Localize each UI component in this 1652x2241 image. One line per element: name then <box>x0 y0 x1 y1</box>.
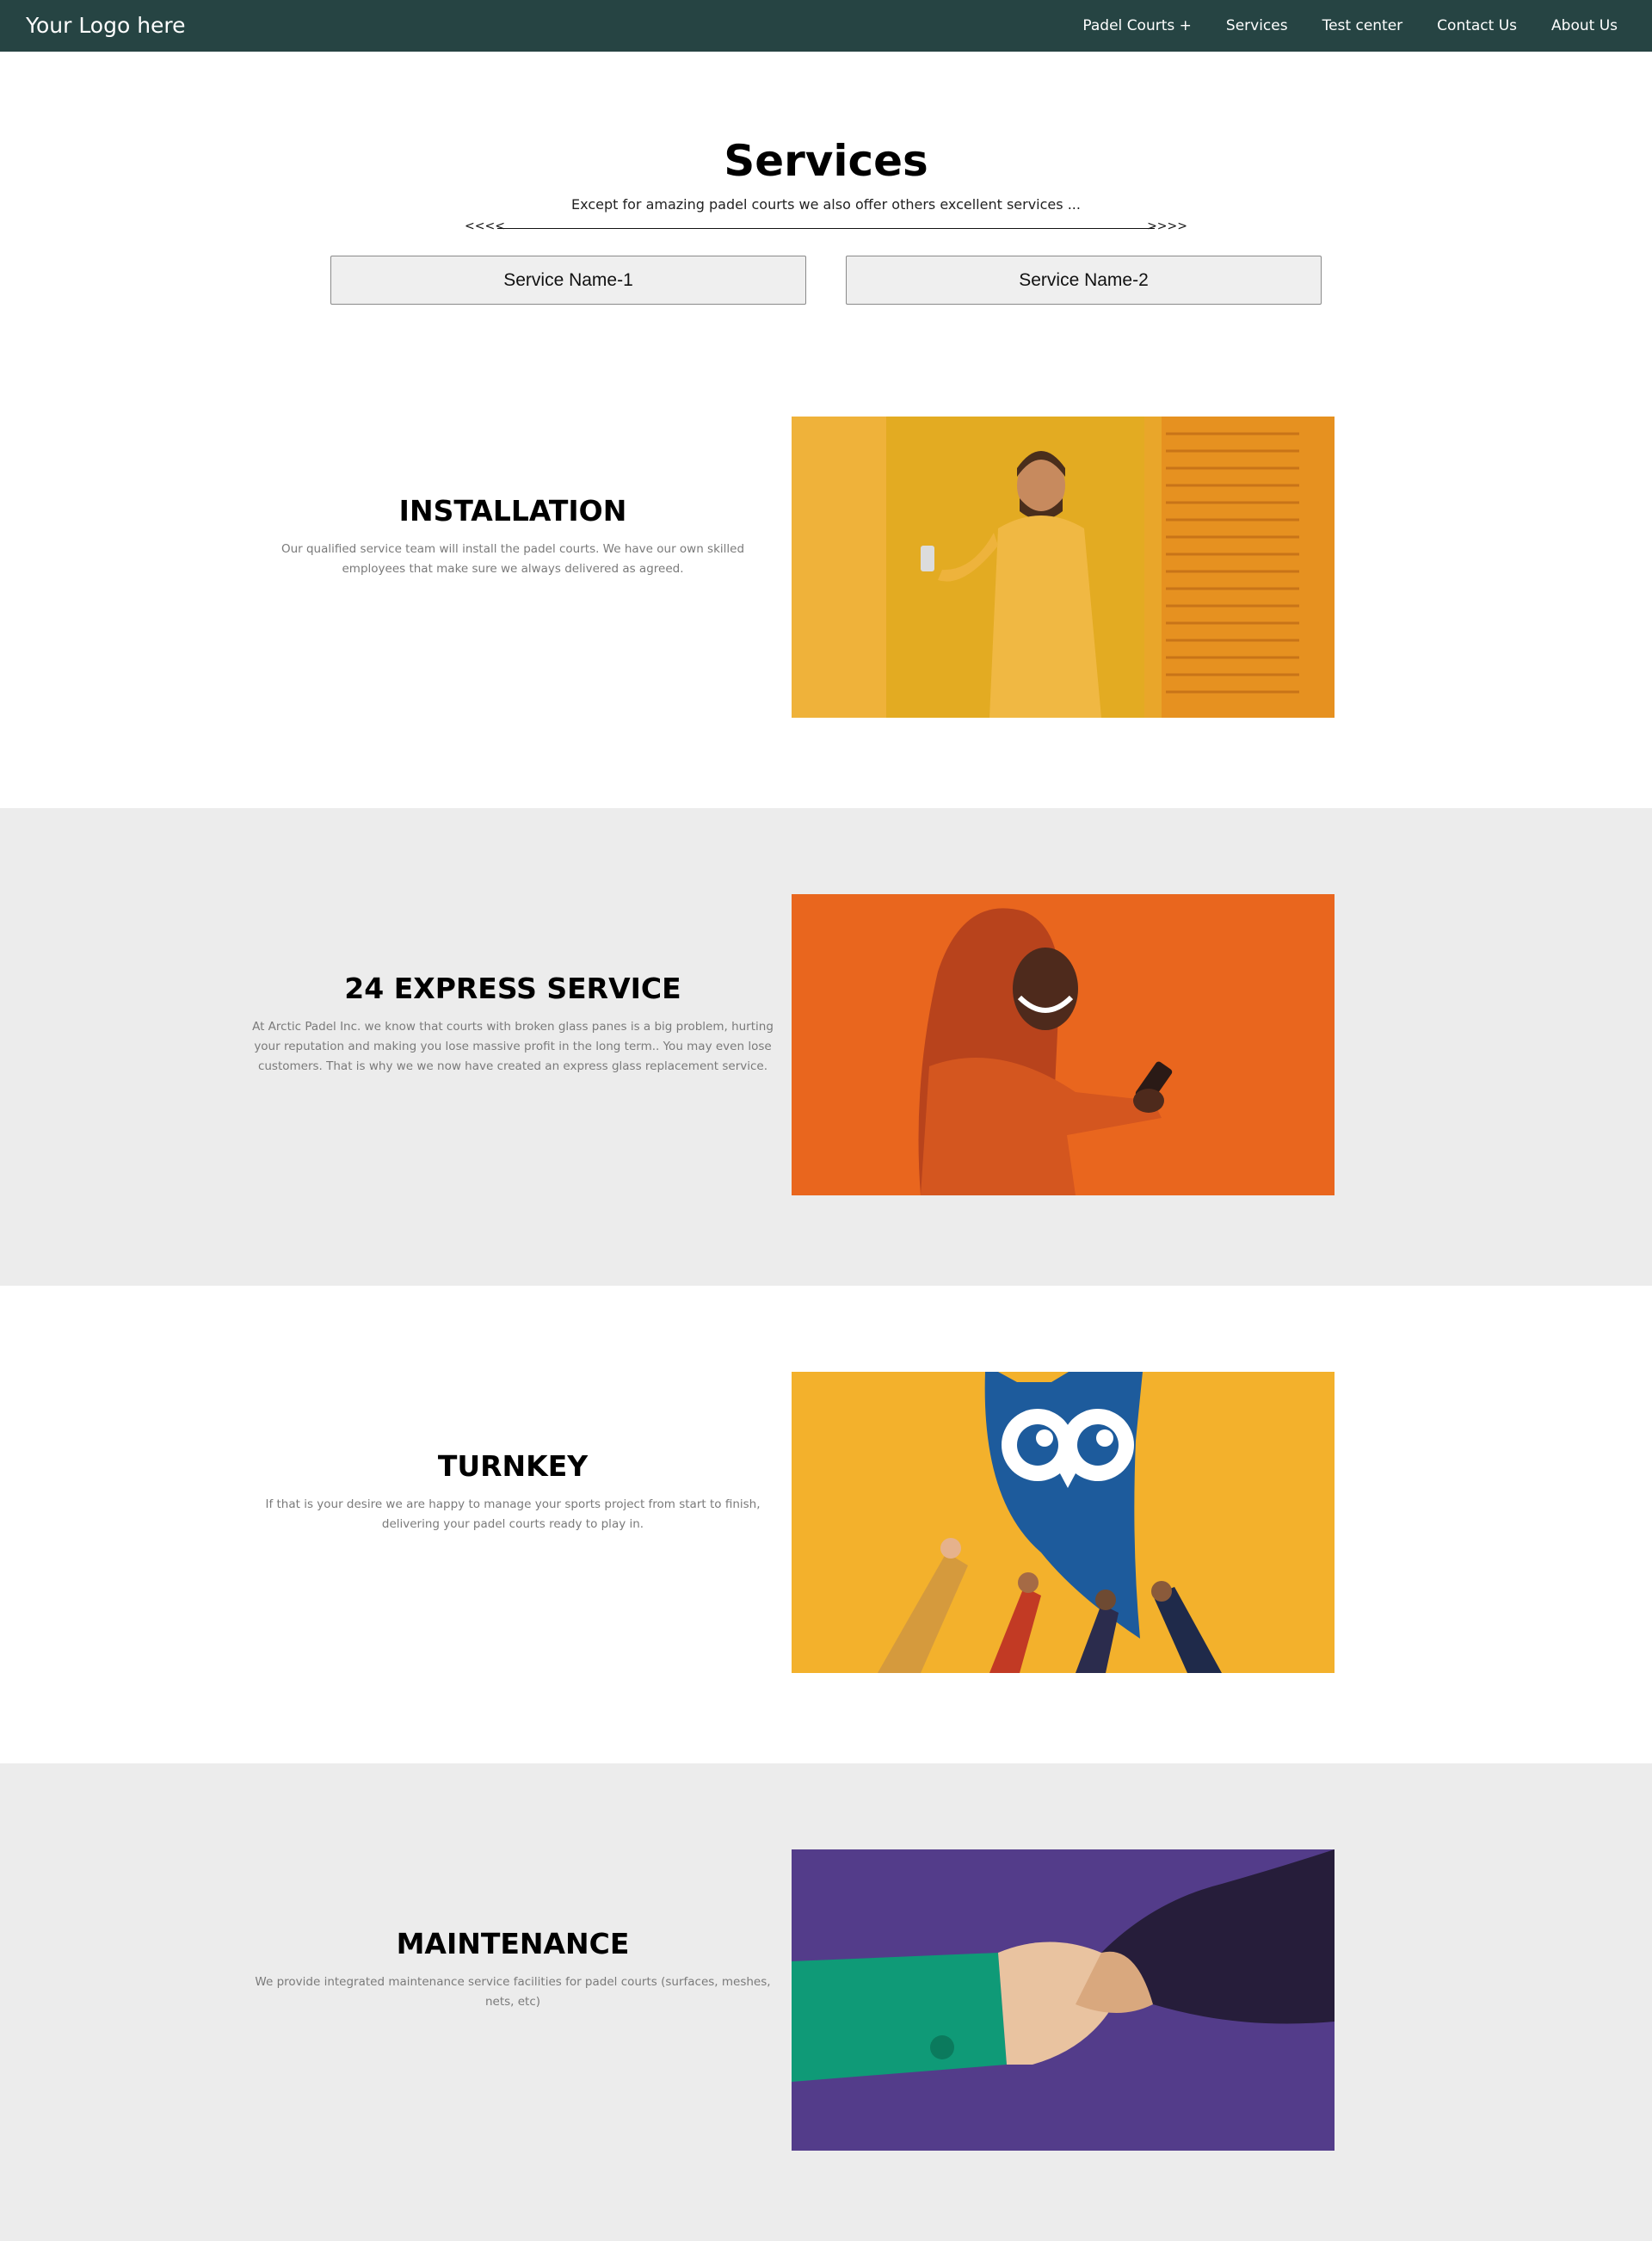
service-section-maintenance: MAINTENANCE We provide integrated mainte… <box>0 1763 1652 2241</box>
service-name-1-button[interactable]: Service Name-1 <box>330 256 806 305</box>
service-section-turnkey: TURNKEY If that is your desire we are ha… <box>0 1286 1652 1763</box>
page-subtitle: Except for amazing padel courts we also … <box>571 196 1081 213</box>
divider-left-arrows: <<<< <box>465 219 505 233</box>
section-text: 24 EXPRESS SERVICE At Arctic Padel Inc. … <box>245 972 780 1077</box>
section-text: INSTALLATION Our qualified service team … <box>245 494 780 579</box>
turnkey-photo <box>792 1372 1335 1673</box>
nav-links: Padel Courts + Services Test center Cont… <box>1048 0 1618 52</box>
section-heading: MAINTENANCE <box>396 1927 630 1960</box>
nav-link-contact-us[interactable]: Contact Us <box>1437 17 1517 34</box>
section-heading: TURNKEY <box>437 1449 589 1483</box>
service-name-2-button[interactable]: Service Name-2 <box>846 256 1322 305</box>
section-description: If that is your desire we are happy to m… <box>265 1497 761 1531</box>
nav-link-about-us[interactable]: About Us <box>1551 17 1618 34</box>
section-heading: INSTALLATION <box>398 494 627 528</box>
nav-link-padel-courts[interactable]: Padel Courts + <box>1082 17 1192 34</box>
section-text: MAINTENANCE We provide integrated mainte… <box>245 1927 780 2012</box>
top-navbar: Your Logo here Padel Courts + Services T… <box>0 0 1652 52</box>
section-description: At Arctic Padel Inc. we know that courts… <box>252 1020 774 1073</box>
maintenance-photo <box>792 1849 1335 2151</box>
section-description: We provide integrated maintenance servic… <box>255 1975 771 2009</box>
nav-link-test-center[interactable]: Test center <box>1322 17 1403 34</box>
divider-line <box>497 228 1155 229</box>
divider-right-arrows: >>>> <box>1147 219 1187 233</box>
section-text: TURNKEY If that is your desire we are ha… <box>245 1449 780 1534</box>
section-description: Our qualified service team will install … <box>280 542 745 576</box>
arrow-divider: <<<< >>>> <box>465 219 1187 237</box>
nav-link-services[interactable]: Services <box>1226 17 1288 34</box>
service-section-express: 24 EXPRESS SERVICE At Arctic Padel Inc. … <box>0 808 1652 1286</box>
express-service-photo <box>792 894 1335 1195</box>
installation-photo <box>792 417 1335 718</box>
service-section-installation: INSTALLATION Our qualified service team … <box>0 330 1652 808</box>
page-title: Services <box>724 136 928 186</box>
site-logo[interactable]: Your Logo here <box>26 0 186 52</box>
section-heading: 24 EXPRESS SERVICE <box>344 972 681 1005</box>
